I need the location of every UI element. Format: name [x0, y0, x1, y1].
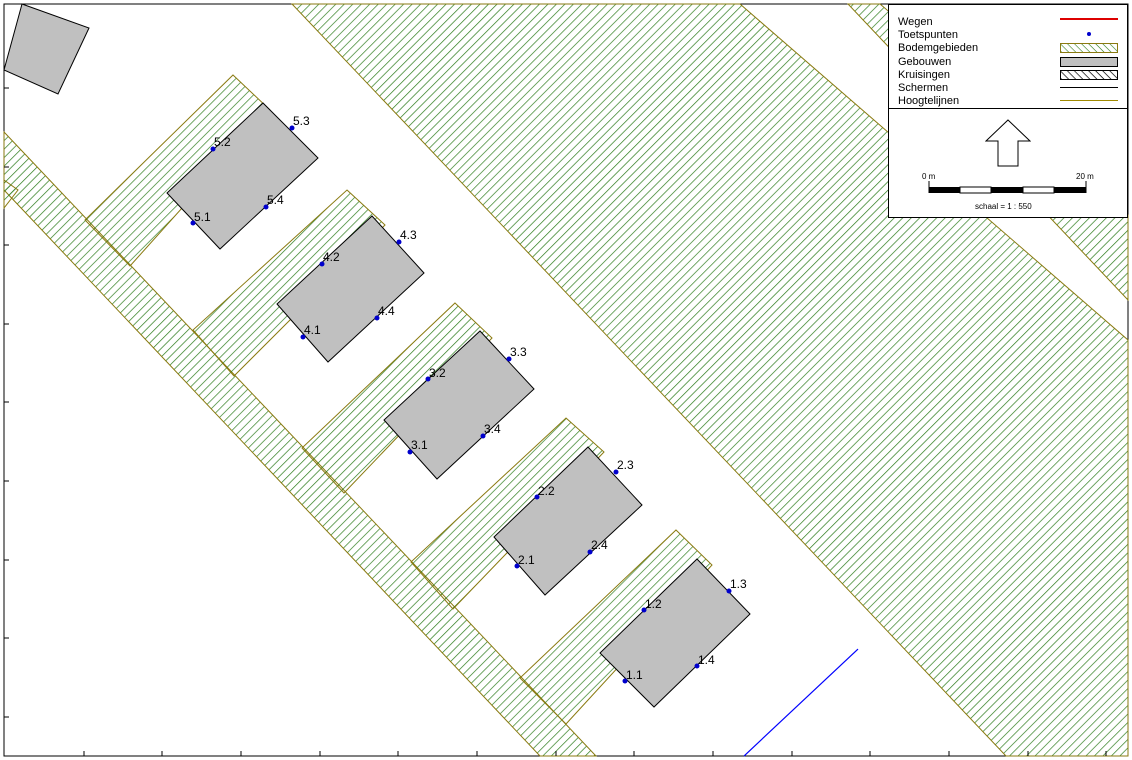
test-point-label: 1.1: [626, 668, 643, 682]
legend-label-crossings: Kruisingen: [898, 69, 950, 81]
test-point-label: 4.3: [400, 228, 417, 242]
test-point-label: 5.1: [194, 210, 211, 224]
scale-start-label: 0 m: [922, 172, 936, 181]
scale-end-label: 20 m: [1076, 172, 1094, 181]
test-point-label: 1.4: [698, 653, 715, 667]
crossing-hatch-icon: [1060, 70, 1118, 80]
legend-label-screens: Schermen: [898, 82, 949, 94]
ground-hatch-icon: [1060, 43, 1118, 53]
road-line-icon: [1060, 18, 1118, 20]
legend-label-contours: Hoogtelijnen: [898, 95, 960, 107]
test-point-label: 3.2: [429, 366, 446, 380]
legend-label-roads: Wegen: [898, 16, 933, 28]
screen-line-icon: [1060, 87, 1118, 88]
test-point-label: 4.4: [378, 304, 395, 318]
scale-bar: [928, 181, 1087, 194]
test-point-label: 4.2: [323, 250, 340, 264]
test-point-label: 5.3: [293, 114, 310, 128]
scale-ratio-label: schaal = 1 : 550: [975, 202, 1032, 211]
building-fill-icon: [1060, 57, 1118, 67]
test-point-label: 2.3: [617, 458, 634, 472]
test-point-label: 5.2: [214, 135, 231, 149]
test-point-label: 4.1: [304, 323, 321, 337]
legend-label-buildings: Gebouwen: [898, 56, 952, 68]
test-point-label: 3.1: [411, 438, 428, 452]
test-point-label: 2.2: [538, 484, 555, 498]
legend-label-ground: Bodemgebieden: [898, 42, 979, 54]
test-point-label: 1.2: [645, 597, 662, 611]
test-point-label: 2.4: [591, 538, 608, 552]
test-point-label: 5.4: [267, 193, 284, 207]
north-arrow-icon: [985, 119, 1031, 167]
test-point-dot-icon: [1060, 30, 1118, 40]
test-point-label: 3.4: [484, 422, 501, 436]
test-point-label: 3.3: [510, 345, 527, 359]
test-point-label: 2.1: [518, 553, 535, 567]
legend-divider: [889, 108, 1127, 109]
legend-panel: Wegen Toetspunten Bodemgebieden Gebouwen…: [888, 4, 1128, 218]
test-point-label: 1.3: [730, 577, 747, 591]
legend-label-test-points: Toetspunten: [898, 29, 958, 41]
contour-line-icon: [1060, 100, 1118, 101]
